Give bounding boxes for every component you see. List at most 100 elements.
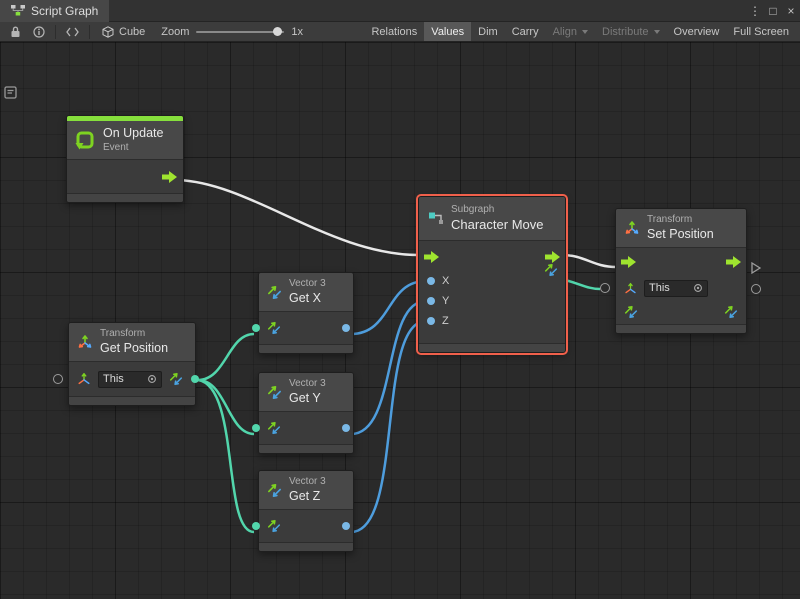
- toolbar-separator: [55, 25, 56, 39]
- node-title: Get X: [289, 291, 326, 307]
- ring-port-icon: [751, 284, 761, 294]
- carry-button[interactable]: Carry: [505, 22, 546, 41]
- window-maximize-button[interactable]: □: [764, 4, 782, 18]
- flow-row: [616, 248, 746, 276]
- port-row: [259, 312, 353, 344]
- flow-in-port[interactable]: [53, 374, 63, 384]
- target-row: This: [616, 276, 746, 300]
- node-get-x[interactable]: Vector 3 Get X: [258, 272, 354, 354]
- node-title: Set Position: [647, 227, 714, 243]
- target-dropdown[interactable]: This: [644, 280, 708, 297]
- node-header: Transform Get Position: [69, 323, 195, 362]
- port-label: X: [442, 275, 449, 287]
- node-footer: [259, 344, 353, 353]
- carried-flow-port[interactable]: [751, 261, 761, 279]
- vector3-icon: [267, 483, 282, 498]
- value-out-port[interactable]: [342, 424, 350, 432]
- script-graph-icon: [11, 5, 25, 16]
- flow-in-port-icon[interactable]: [621, 256, 636, 268]
- dim-button[interactable]: Dim: [471, 22, 505, 41]
- input-row-z: Z: [419, 311, 565, 331]
- node-header: Vector 3 Get X: [259, 273, 353, 312]
- transform-port-icon[interactable]: [624, 282, 637, 295]
- flow-out-port-icon[interactable]: [162, 171, 177, 183]
- window-tab-bar: Script Graph ⋮ □ ×: [0, 0, 800, 22]
- value-out-port[interactable]: [191, 375, 199, 383]
- value-in-port[interactable]: [427, 317, 435, 325]
- overview-button[interactable]: Overview: [667, 22, 727, 41]
- flow-out-port-icon[interactable]: [726, 256, 741, 268]
- node-header: Subgraph Character Move: [419, 197, 565, 241]
- full-screen-button[interactable]: Full Screen: [726, 22, 796, 41]
- object-picker-icon[interactable]: [147, 374, 157, 384]
- input-row-x: X: [419, 271, 565, 291]
- vector3-port-icon[interactable]: [169, 372, 183, 386]
- target-dropdown[interactable]: This: [98, 371, 162, 388]
- transform-icon: [77, 334, 93, 350]
- object-picker-icon[interactable]: [693, 283, 703, 293]
- graph-canvas[interactable]: On Update Event Transform Get Position T…: [0, 42, 800, 599]
- node-header: Vector 3 Get Z: [259, 471, 353, 510]
- vector3-out-port-icon[interactable]: [724, 305, 738, 319]
- edge-getz-to-z: [351, 321, 426, 532]
- node-footer: [259, 444, 353, 453]
- zoom-slider-knob[interactable]: [273, 27, 282, 36]
- value-in-port[interactable]: [252, 424, 260, 432]
- graph-target[interactable]: Cube: [94, 26, 153, 38]
- vector3-port-icon[interactable]: [267, 519, 281, 533]
- value-in-port[interactable]: [252, 522, 260, 530]
- carried-value-port[interactable]: [751, 284, 761, 294]
- value-out-port[interactable]: [342, 522, 350, 530]
- values-button[interactable]: Values: [424, 22, 471, 41]
- tab-script-graph[interactable]: Script Graph: [0, 0, 109, 22]
- subgraph-icon: [428, 210, 444, 226]
- value-in-port[interactable]: [252, 324, 260, 332]
- code-icon: [66, 27, 79, 37]
- zoom-label: Zoom: [161, 26, 189, 38]
- blackboard-icon: [4, 86, 17, 99]
- flow-out-port-icon[interactable]: [545, 251, 560, 263]
- vector3-out-port-icon[interactable]: [544, 263, 558, 277]
- edit-source-button[interactable]: [60, 22, 85, 41]
- input-row-y: Y: [419, 291, 565, 311]
- vector3-port-icon[interactable]: [267, 321, 281, 335]
- node-title: Get Y: [289, 391, 326, 407]
- node-get-z[interactable]: Vector 3 Get Z: [258, 470, 354, 552]
- edge-charactermove-to-setposition: [562, 255, 616, 267]
- port-row: [259, 510, 353, 542]
- info-icon: [33, 26, 45, 38]
- vector3-port-icon[interactable]: [624, 305, 638, 319]
- value-in-port[interactable]: [427, 277, 435, 285]
- vector3-icon: [267, 385, 282, 400]
- graph-toolbar: Cube Zoom 1x Relations Values Dim Carry …: [0, 22, 800, 42]
- zoom-value: 1x: [291, 26, 303, 38]
- node-body: X Y Z: [419, 241, 565, 343]
- relations-button[interactable]: Relations: [364, 22, 424, 41]
- dropdown-caret-icon: [654, 30, 660, 34]
- value-in-port[interactable]: [600, 283, 610, 293]
- lock-button[interactable]: [4, 22, 27, 41]
- node-get-y[interactable]: Vector 3 Get Y: [258, 372, 354, 454]
- value-in-port[interactable]: [427, 297, 435, 305]
- window-menu-button[interactable]: ⋮: [746, 4, 764, 18]
- node-character-move[interactable]: Subgraph Character Move X Y Z: [418, 196, 566, 353]
- blackboard-toggle[interactable]: [4, 86, 17, 104]
- value-out-port[interactable]: [342, 324, 350, 332]
- node-set-position[interactable]: Transform Set Position This: [615, 208, 747, 334]
- align-button[interactable]: Align: [546, 22, 595, 41]
- node-title: Get Z: [289, 489, 326, 505]
- vector3-port-icon[interactable]: [267, 421, 281, 435]
- port-row: [259, 412, 353, 444]
- inspect-button[interactable]: [27, 22, 51, 41]
- transform-port-icon[interactable]: [77, 372, 91, 386]
- node-on-update[interactable]: On Update Event: [66, 115, 184, 203]
- flow-in-port-icon[interactable]: [424, 251, 439, 263]
- zoom-slider[interactable]: [196, 31, 284, 33]
- node-category: Vector 3: [289, 476, 326, 489]
- window-close-button[interactable]: ×: [782, 4, 800, 18]
- triangle-port-icon: [751, 262, 761, 274]
- transform-icon: [624, 220, 640, 236]
- distribute-button[interactable]: Distribute: [595, 22, 666, 41]
- edge-getposition-to-getz: [198, 380, 254, 532]
- node-get-position[interactable]: Transform Get Position This: [68, 322, 196, 406]
